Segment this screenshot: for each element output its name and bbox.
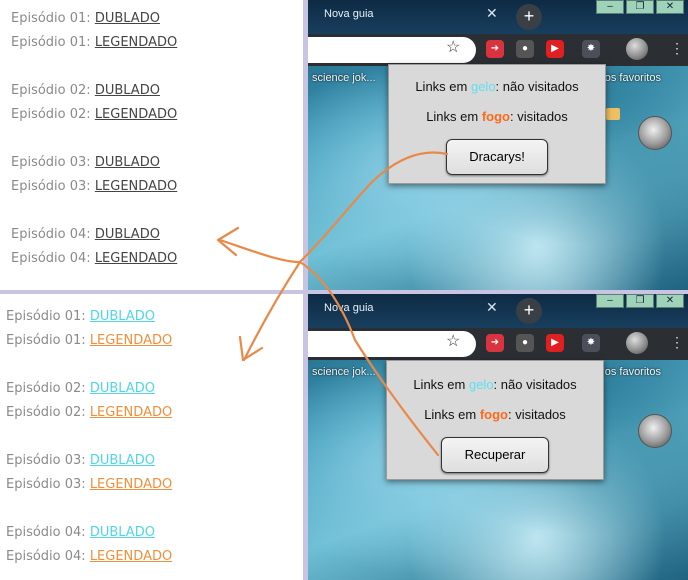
list-item: Episódio 02: LEGENDADO xyxy=(11,107,178,122)
list-item: Episódio 04: DUBLADO xyxy=(6,525,155,540)
browser-screenshot-bottom: Nova guia ✕ + – ❐ ✕ ☆ ➜ ● ▶ ✸ ⋮ science … xyxy=(308,294,688,580)
shortcut-avatar[interactable] xyxy=(638,414,672,448)
episode-link[interactable]: LEGENDADO xyxy=(95,107,177,122)
list-item: Episódio 02: DUBLADO xyxy=(6,381,155,396)
other-bookmarks[interactable]: tros favoritos xyxy=(598,366,661,378)
list-item: Episódio 02: DUBLADO xyxy=(11,83,160,98)
list-item: Episódio 04: LEGENDADO xyxy=(6,549,173,564)
list-item: Episódio 04: LEGENDADO xyxy=(11,251,178,266)
horizontal-divider xyxy=(0,290,688,294)
legend-unvisited: Links em gelo: não visitados xyxy=(413,377,577,392)
other-bookmarks[interactable]: tros favoritos xyxy=(598,72,661,84)
extension-icon-arrow[interactable]: ➜ xyxy=(486,40,504,58)
episode-link[interactable]: DUBLADO xyxy=(90,381,155,396)
list-item: Episódio 02: LEGENDADO xyxy=(6,405,173,420)
extension-popup: Links em gelo: não visitados Links em fo… xyxy=(388,64,606,184)
close-window-button[interactable]: ✕ xyxy=(656,294,684,308)
extension-popup: Links em gelo: não visitados Links em fo… xyxy=(386,360,604,480)
bookmark-item[interactable]: science jok... xyxy=(312,72,376,84)
extension-icon-arrow[interactable]: ➜ xyxy=(486,334,504,352)
extension-icon-media[interactable]: ▶ xyxy=(546,40,564,58)
episode-link[interactable]: LEGENDADO xyxy=(95,35,177,50)
episode-link[interactable]: DUBLADO xyxy=(95,11,160,26)
minimize-button[interactable]: – xyxy=(596,0,624,14)
close-tab-icon[interactable]: ✕ xyxy=(486,299,498,316)
extension-icon-media[interactable]: ▶ xyxy=(546,334,564,352)
bookmark-item[interactable]: science jok... xyxy=(312,366,376,378)
dracarys-button[interactable]: Dracarys! xyxy=(446,139,548,175)
extension-icon-dragon[interactable]: ✸ xyxy=(582,334,600,352)
legend-unvisited: Links em gelo: não visitados xyxy=(415,79,579,94)
vertical-divider xyxy=(303,0,308,580)
episode-link[interactable]: DUBLADO xyxy=(95,83,160,98)
extension-icon-dragon[interactable]: ✸ xyxy=(582,40,600,58)
episode-link[interactable]: LEGENDADO xyxy=(90,405,172,420)
maximize-button[interactable]: ❐ xyxy=(626,294,654,308)
recuperar-button[interactable]: Recuperar xyxy=(441,437,549,473)
menu-icon[interactable]: ⋮ xyxy=(670,40,684,57)
list-item: Episódio 03: LEGENDADO xyxy=(11,179,178,194)
list-item: Episódio 03: DUBLADO xyxy=(11,155,160,170)
episode-link[interactable]: DUBLADO xyxy=(90,525,155,540)
profile-avatar[interactable] xyxy=(626,332,648,354)
maximize-button[interactable]: ❐ xyxy=(626,0,654,14)
episode-link[interactable]: LEGENDADO xyxy=(95,179,177,194)
shortcut-avatar[interactable] xyxy=(638,116,672,150)
tab-title[interactable]: Nova guia xyxy=(324,8,374,20)
bookmark-star-icon[interactable]: ☆ xyxy=(446,37,460,57)
new-tab-button[interactable]: + xyxy=(516,4,542,30)
profile-avatar[interactable] xyxy=(626,38,648,60)
menu-icon[interactable]: ⋮ xyxy=(670,334,684,351)
tab-title[interactable]: Nova guia xyxy=(324,302,374,314)
tab-bar: Nova guia ✕ + – ❐ ✕ xyxy=(308,0,688,34)
legend-visited: Links em fogo: visitados xyxy=(426,109,568,124)
list-item: Episódio 03: DUBLADO xyxy=(6,453,155,468)
episode-link[interactable]: LEGENDADO xyxy=(90,477,172,492)
extension-icon-badge[interactable]: ● xyxy=(516,334,534,352)
new-tab-button[interactable]: + xyxy=(516,298,542,324)
episode-link[interactable]: LEGENDADO xyxy=(95,251,177,266)
episode-link[interactable]: DUBLADO xyxy=(95,155,160,170)
list-item: Episódio 01: DUBLADO xyxy=(6,309,155,324)
list-item: Episódio 01: DUBLADO xyxy=(11,11,160,26)
top-links-panel: Episódio 01: DUBLADO Episódio 01: LEGEND… xyxy=(0,0,305,290)
extension-icon-badge[interactable]: ● xyxy=(516,40,534,58)
legend-visited: Links em fogo: visitados xyxy=(424,407,566,422)
close-window-button[interactable]: ✕ xyxy=(656,0,684,14)
episode-link[interactable]: DUBLADO xyxy=(90,453,155,468)
minimize-button[interactable]: – xyxy=(596,294,624,308)
browser-screenshot-top: Nova guia ✕ + – ❐ ✕ ☆ ➜ ● ▶ ✸ ⋮ science … xyxy=(308,0,688,290)
episode-link[interactable]: DUBLADO xyxy=(95,227,160,242)
toolbar: ☆ ➜ ● ▶ ✸ ⋮ xyxy=(308,328,688,360)
list-item: Episódio 01: LEGENDADO xyxy=(6,333,173,348)
episode-link[interactable]: LEGENDADO xyxy=(90,549,172,564)
episode-link[interactable]: LEGENDADO xyxy=(90,333,172,348)
episode-link[interactable]: DUBLADO xyxy=(90,309,155,324)
folder-icon xyxy=(606,108,620,120)
list-item: Episódio 03: LEGENDADO xyxy=(6,477,173,492)
toolbar: ☆ ➜ ● ▶ ✸ ⋮ xyxy=(308,34,688,66)
close-tab-icon[interactable]: ✕ xyxy=(486,5,498,22)
bookmark-star-icon[interactable]: ☆ xyxy=(446,331,460,351)
bottom-links-panel: Episódio 01: DUBLADO Episódio 01: LEGEND… xyxy=(0,293,305,580)
list-item: Episódio 04: DUBLADO xyxy=(11,227,160,242)
tab-bar: Nova guia ✕ + – ❐ ✕ xyxy=(308,294,688,328)
list-item: Episódio 01: LEGENDADO xyxy=(11,35,178,50)
